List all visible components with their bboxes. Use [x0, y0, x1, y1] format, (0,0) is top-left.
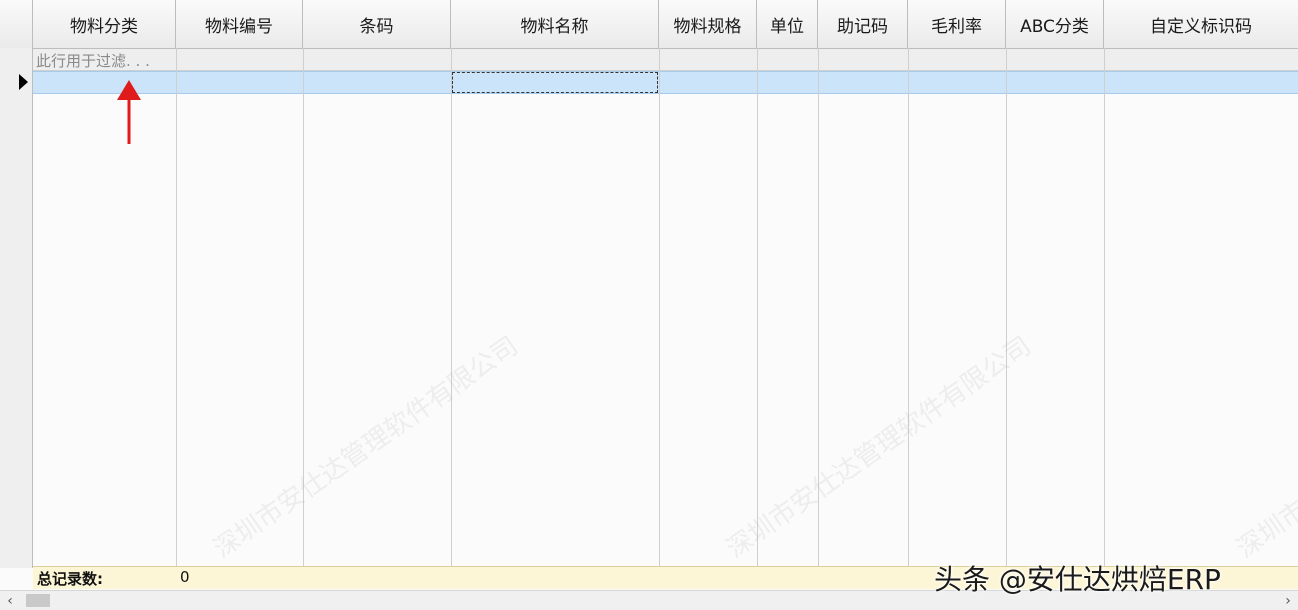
column-header-abc-class[interactable]: ABC分类	[1006, 0, 1104, 48]
scroll-right-icon[interactable]: ›	[1278, 591, 1298, 610]
column-divider	[908, 48, 909, 588]
column-header-unit[interactable]: 单位	[757, 0, 818, 48]
annotation-arrow-icon	[117, 80, 141, 144]
column-header-gross-margin[interactable]: 毛利率	[908, 0, 1006, 48]
filter-row-placeholder[interactable]: 此行用于过滤. . .	[36, 50, 150, 71]
watermark-text: 深圳市安仕达管理软件有限公司	[721, 331, 1037, 565]
data-grid[interactable]: 物料分类 物料编号 条码 物料名称 物料规格 单位 助记码 毛利率 ABC分类 …	[0, 0, 1298, 590]
selected-row[interactable]	[33, 71, 1298, 94]
scroll-left-icon[interactable]: ‹	[0, 591, 20, 610]
scrollbar-thumb[interactable]	[26, 594, 50, 607]
column-header-category[interactable]: 物料分类	[33, 0, 176, 48]
column-divider	[1104, 48, 1105, 588]
brand-watermark: 头条 @安仕达烘焙ERP	[934, 563, 1221, 596]
column-header-spec[interactable]: 物料规格	[659, 0, 757, 48]
watermark-text: 深圳市安仕达管理软件有限公司	[208, 331, 524, 565]
column-divider	[303, 48, 304, 588]
current-row-indicator-icon	[19, 74, 28, 90]
column-divider	[451, 48, 452, 588]
column-header-name[interactable]: 物料名称	[451, 0, 659, 48]
row-header-column	[0, 48, 33, 568]
watermark-text: 深圳市	[1231, 495, 1298, 565]
grid-header: 物料分类 物料编号 条码 物料名称 物料规格 单位 助记码 毛利率 ABC分类 …	[0, 0, 1298, 49]
filter-row[interactable]	[33, 49, 1298, 71]
total-records-label: 总记录数:	[37, 570, 103, 588]
column-header-mnemonic[interactable]: 助记码	[818, 0, 908, 48]
column-header-custom-id[interactable]: 自定义标识码	[1104, 0, 1298, 48]
header-corner	[0, 0, 33, 48]
column-divider	[659, 48, 660, 588]
column-header-code[interactable]: 物料编号	[176, 0, 303, 48]
column-divider	[818, 48, 819, 588]
column-divider	[1006, 48, 1007, 588]
column-divider	[176, 48, 177, 588]
column-divider	[757, 48, 758, 588]
focused-cell-name[interactable]	[452, 72, 658, 93]
total-records-value: 0	[180, 568, 190, 586]
column-header-barcode[interactable]: 条码	[303, 0, 451, 48]
